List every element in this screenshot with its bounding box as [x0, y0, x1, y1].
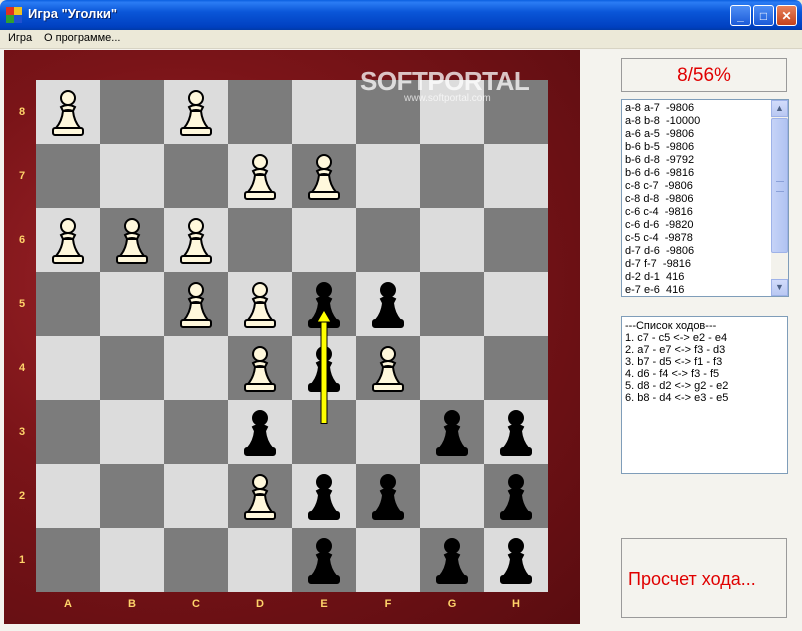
move-item[interactable]: 1. c7 - c5 <-> e2 - e4: [625, 332, 727, 344]
maximize-icon: □: [759, 9, 768, 23]
eval-item[interactable]: c-5 c-4 -9878: [625, 232, 693, 245]
rank-label-3: 3: [18, 426, 26, 438]
scroll-down-button[interactable]: ▼: [771, 279, 788, 296]
maximize-button[interactable]: □: [753, 5, 774, 26]
file-label-a: A: [64, 598, 72, 610]
eval-scrollbar[interactable]: ▲ ▼: [771, 100, 788, 296]
progress-text: 8/56%: [677, 65, 731, 86]
game-board[interactable]: [36, 80, 548, 592]
title-bar[interactable]: Игра "Уголки" _ □ ✕: [0, 0, 802, 30]
menu-game[interactable]: Игра: [8, 32, 32, 44]
close-icon: ✕: [781, 9, 792, 23]
file-label-f: F: [384, 598, 392, 610]
file-label-e: E: [320, 598, 328, 610]
eval-item[interactable]: c-6 d-6 -9820: [625, 219, 693, 232]
rank-label-8: 8: [18, 106, 26, 118]
scroll-thumb[interactable]: [771, 118, 788, 253]
file-label-c: C: [192, 598, 200, 610]
move-item[interactable]: 6. b8 - d4 <-> e3 - e5: [625, 392, 728, 404]
eval-item[interactable]: b-6 d-8 -9792: [625, 154, 694, 167]
move-item[interactable]: 4. d6 - f4 <-> f3 - f5: [625, 368, 719, 380]
eval-item[interactable]: b-6 d-6 -9816: [625, 167, 694, 180]
move-history-list[interactable]: ---Список ходов--- 1. c7 - c5 <-> e2 - e…: [621, 316, 788, 474]
move-arrow-icon: [316, 309, 332, 424]
eval-item[interactable]: c-8 c-7 -9806: [625, 180, 693, 193]
close-button[interactable]: ✕: [776, 5, 797, 26]
move-list-header: ---Список ходов---: [625, 320, 717, 332]
eval-item[interactable]: a-6 a-5 -9806: [625, 128, 694, 141]
eval-item[interactable]: e-7 e-6 416: [625, 284, 684, 297]
evaluation-list[interactable]: a-8 a-7 -9806 a-8 b-8 -10000 a-6 a-5 -9806…: [621, 99, 789, 297]
move-item[interactable]: 3. b7 - d5 <-> f1 - f3: [625, 356, 722, 368]
watermark-url: www.softportal.com: [404, 93, 491, 104]
rank-label-2: 2: [18, 490, 26, 502]
menu-about[interactable]: О программе...: [44, 32, 120, 44]
eval-item[interactable]: c-8 d-8 -9806: [625, 193, 693, 206]
scroll-up-button[interactable]: ▲: [771, 100, 788, 117]
file-label-d: D: [256, 598, 264, 610]
eval-item[interactable]: a-8 a-7 -9806: [625, 102, 694, 115]
file-label-h: H: [512, 598, 520, 610]
file-label-g: G: [447, 598, 457, 610]
eval-item[interactable]: d-7 f-7 -9816: [625, 258, 691, 271]
grip-icon: [776, 181, 784, 192]
menu-bar: Игра О программе...: [0, 30, 802, 49]
status-text: Просчет хода...: [628, 569, 756, 589]
move-item[interactable]: 2. a7 - e7 <-> f3 - d3: [625, 344, 725, 356]
file-label-b: B: [128, 598, 136, 610]
app-icon: [6, 7, 22, 23]
rank-label-5: 5: [18, 298, 26, 310]
eval-item[interactable]: d-2 d-1 416: [625, 271, 684, 284]
eval-item[interactable]: a-8 b-8 -10000: [625, 115, 700, 128]
eval-item[interactable]: b-6 b-5 -9806: [625, 141, 694, 154]
progress-box: 8/56%: [621, 58, 787, 92]
board-frame: 8 7 6 5 4 3 2 1 A B C D E F G H: [4, 50, 580, 624]
move-item[interactable]: 5. d8 - d2 <-> g2 - e2: [625, 380, 728, 392]
rank-label-1: 1: [18, 554, 26, 566]
window-title: Игра "Уголки": [28, 6, 118, 21]
rank-label-6: 6: [18, 234, 26, 246]
status-box: Просчет хода...: [621, 538, 787, 618]
minimize-icon: _: [737, 9, 744, 23]
rank-label-7: 7: [18, 170, 26, 182]
minimize-button[interactable]: _: [730, 5, 751, 26]
eval-item[interactable]: c-6 c-4 -9816: [625, 206, 693, 219]
rank-label-4: 4: [18, 362, 26, 374]
eval-item[interactable]: d-7 d-6 -9806: [625, 245, 694, 258]
